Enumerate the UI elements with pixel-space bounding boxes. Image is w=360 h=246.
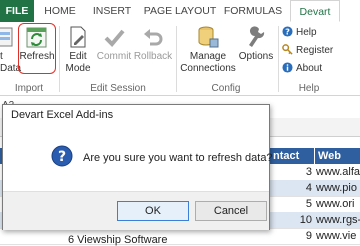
undo-arrow-icon: [144, 29, 163, 46]
edit-mode-button[interactable]: Edit Mode: [62, 25, 94, 75]
group-label-import: Import: [14, 83, 44, 94]
question-icon: ?: [51, 145, 73, 167]
table-cell-number[interactable]: 9: [270, 228, 312, 244]
edit-document-icon: [70, 26, 86, 48]
get-data-label-1: t: [0, 51, 3, 62]
get-data-icon: [0, 27, 13, 47]
tab-page-layout[interactable]: PAGE LAYOUT: [142, 0, 218, 22]
options-button[interactable]: Options: [238, 25, 274, 63]
table-cell-number[interactable]: 10: [270, 212, 312, 228]
header-cell-contact[interactable]: ntact: [270, 148, 314, 164]
header-cell-web[interactable]: Web: [314, 148, 360, 164]
get-data-button[interactable]: t Data: [0, 25, 22, 75]
dialog-body: ? Are you sure you want to refresh data?: [3, 125, 273, 191]
svg-text:?: ?: [58, 149, 66, 165]
register-button[interactable]: Register: [282, 44, 333, 58]
manage-connections-button[interactable]: Manage Connections: [178, 25, 238, 75]
table-cell-partial-text[interactable]: 6 Viewship Software: [68, 234, 167, 246]
rollback-button[interactable]: Rollback: [133, 25, 173, 63]
ribbon-tab-bar: FILE HOME INSERT PAGE LAYOUT FORMULAS De…: [0, 0, 360, 23]
edit-mode-label-2: Mode: [65, 63, 91, 74]
cancel-button[interactable]: Cancel: [195, 201, 267, 221]
group-label-edit-session: Edit Session: [90, 83, 146, 94]
ribbon-separator: [278, 26, 279, 92]
manage-label-2: Connections: [180, 63, 236, 74]
commit-label: Commit: [96, 51, 132, 62]
commit-button[interactable]: Commit: [96, 25, 132, 63]
database-icon: [198, 26, 219, 48]
tab-file[interactable]: FILE: [0, 0, 34, 22]
info-icon: [282, 62, 293, 73]
table-cell-web[interactable]: www.vie: [316, 228, 356, 244]
tab-formulas[interactable]: FORMULAS: [222, 0, 284, 22]
group-label-config: Config: [211, 83, 241, 94]
ribbon-devart: t Data Refresh Import Edit Mode Commit R…: [0, 22, 360, 96]
tab-insert[interactable]: INSERT: [86, 0, 138, 22]
dialog-message: Are you sure you want to refresh data?: [83, 152, 273, 164]
options-label: Options: [238, 51, 274, 62]
table-cell-number[interactable]: 5: [270, 196, 312, 212]
table-cell-web[interactable]: www.alfa: [316, 164, 360, 180]
table-cell-web[interactable]: www.rgs-: [316, 212, 360, 228]
ok-button[interactable]: OK: [117, 201, 189, 221]
refresh-icon: [26, 27, 47, 48]
dialog-footer: OK Cancel: [3, 191, 269, 230]
table-cell-number[interactable]: 4: [270, 180, 312, 196]
about-button[interactable]: About: [282, 62, 322, 76]
dialog-title: Devart Excel Add-ins: [3, 105, 269, 125]
help-question-icon: ?: [282, 26, 293, 37]
refresh-button[interactable]: Refresh: [19, 25, 55, 63]
confirm-refresh-dialog: Devart Excel Add-ins ? Are you sure you …: [2, 104, 273, 230]
svg-text:?: ?: [285, 26, 290, 36]
get-data-label-2: Data: [0, 63, 22, 74]
table-cell-number[interactable]: 3: [270, 164, 312, 180]
table-cell-web[interactable]: www.ori: [316, 196, 355, 212]
table-row[interactable]: 6 Viewship Software 9 www.vie: [0, 228, 360, 246]
table-cell-web[interactable]: www.pio: [316, 180, 357, 196]
edit-mode-label-1: Edit: [69, 51, 87, 62]
rollback-label: Rollback: [133, 51, 173, 62]
group-label-help: Help: [298, 83, 320, 94]
refresh-label: Refresh: [19, 51, 55, 62]
tab-devart[interactable]: Devart: [290, 0, 340, 22]
help-button[interactable]: ? Help: [282, 26, 317, 40]
about-label: About: [296, 63, 323, 74]
checkmark-icon: [104, 29, 125, 47]
help-label: Help: [296, 27, 317, 38]
tab-home[interactable]: HOME: [38, 0, 82, 22]
key-icon: [282, 44, 293, 55]
ribbon-separator: [176, 26, 177, 92]
ribbon-separator: [59, 26, 60, 92]
manage-label-1: Manage: [189, 51, 227, 62]
wrench-icon: [249, 26, 265, 47]
register-label: Register: [296, 45, 334, 56]
